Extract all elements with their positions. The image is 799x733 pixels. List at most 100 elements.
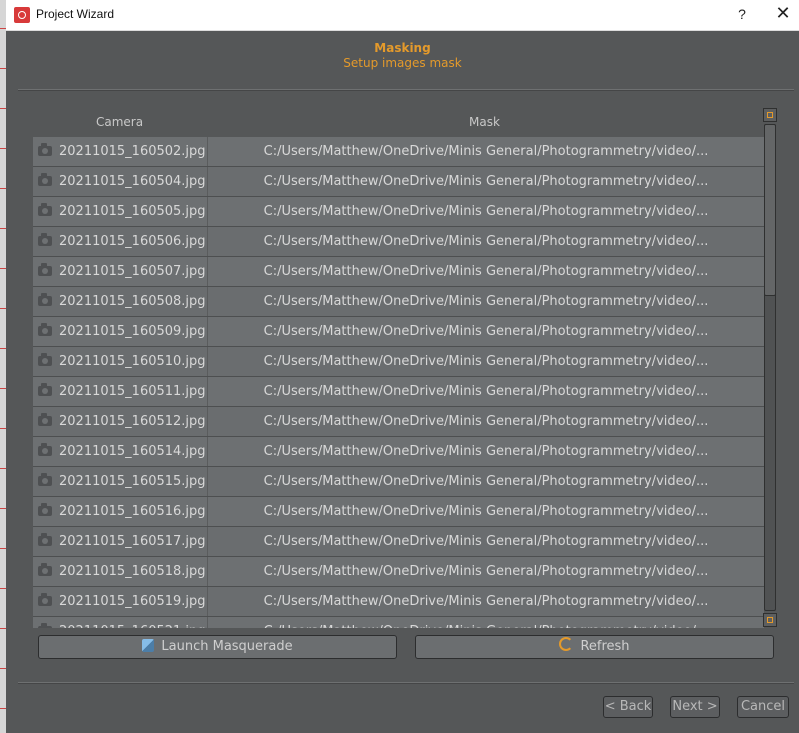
column-header-mask[interactable]: Mask — [469, 115, 500, 129]
camera-cell[interactable]: 20211015_160515.jpg — [33, 467, 208, 496]
step-title: Masking — [374, 41, 431, 55]
camera-icon — [38, 443, 52, 456]
table-row[interactable]: 20211015_160512.jpg C:/Users/Matthew/OneD… — [33, 407, 764, 437]
camera-icon — [38, 173, 52, 186]
mask-path-cell[interactable]: C:/Users/Matthew/OneDrive/Minis General/… — [208, 467, 764, 496]
camera-cell[interactable]: 20211015_160509.jpg — [33, 317, 208, 346]
camera-icon — [38, 503, 52, 516]
table-row[interactable]: 20211015_160504.jpg C:/Users/Matthew/OneD… — [33, 167, 764, 197]
vertical-scrollbar[interactable] — [763, 107, 779, 628]
camera-cell[interactable]: 20211015_160504.jpg — [33, 167, 208, 196]
back-button[interactable]: < Back — [603, 696, 653, 718]
table-row[interactable]: 20211015_160519.jpg C:/Users/Matthew/OneD… — [33, 587, 764, 617]
scroll-thumb[interactable] — [764, 124, 776, 296]
camera-icon — [38, 623, 52, 628]
camera-icon — [38, 473, 52, 486]
help-button[interactable]: ? — [734, 6, 750, 24]
mask-path-cell[interactable]: C:/Users/Matthew/OneDrive/Minis General/… — [208, 227, 764, 256]
camera-icon — [38, 293, 52, 306]
mask-path-cell[interactable]: C:/Users/Matthew/OneDrive/Minis General/… — [208, 527, 764, 556]
camera-cell[interactable]: 20211015_160502.jpg — [33, 137, 208, 166]
camera-icon — [38, 413, 52, 426]
camera-cell[interactable]: 20211015_160506.jpg — [33, 227, 208, 256]
camera-filename: 20211015_160502.jpg — [59, 144, 206, 159]
masquerade-icon — [142, 639, 155, 652]
scroll-up-button[interactable] — [763, 108, 777, 122]
mask-table: Camera Mask 20211015_160502.jpg C:/Users/… — [33, 107, 764, 628]
table-row[interactable]: 20211015_160518.jpg C:/Users/Matthew/OneD… — [33, 557, 764, 587]
table-row[interactable]: 20211015_160521.jpgC:/Users/Matthew/OneD… — [33, 617, 764, 628]
camera-icon — [38, 263, 52, 276]
mask-path-cell[interactable]: C:/Users/Matthew/OneDrive/Minis General/… — [208, 377, 764, 406]
app-logo-icon — [14, 7, 30, 23]
table-row[interactable]: 20211015_160506.jpg C:/Users/Matthew/OneD… — [33, 227, 764, 257]
camera-cell[interactable]: 20211015_160507.jpg — [33, 257, 208, 286]
mask-path-cell[interactable]: C:/Users/Matthew/OneDrive/Minis General/… — [208, 347, 764, 376]
camera-cell[interactable]: 20211015_160521.jpg — [33, 617, 208, 628]
window-title: Project Wizard — [36, 7, 115, 21]
table-row[interactable]: 20211015_160516.jpg C:/Users/Matthew/OneD… — [33, 497, 764, 527]
camera-filename: 20211015_160511.jpg — [59, 384, 206, 399]
camera-filename: 20211015_160516.jpg — [59, 504, 206, 519]
wizard-panel: Masking Setup images mask Camera Mask 20… — [6, 31, 799, 733]
mask-path-cell[interactable]: C:/Users/Matthew/OneDrive/Minis General/… — [208, 557, 764, 586]
camera-filename: 20211015_160505.jpg — [59, 204, 206, 219]
mask-path-cell[interactable]: C:/Users/Matthew/OneDrive/Minis General/… — [208, 287, 764, 316]
camera-filename: 20211015_160521.jpg — [59, 617, 206, 628]
camera-filename: 20211015_160519.jpg — [59, 594, 206, 609]
launch-masquerade-label: Launch Masquerade — [161, 639, 293, 654]
mask-path-cell[interactable]: C:/Users/Matthew/OneDrive/Minis General/… — [208, 317, 764, 346]
camera-cell[interactable]: 20211015_160516.jpg — [33, 497, 208, 526]
camera-icon — [38, 533, 52, 546]
camera-icon — [38, 323, 52, 336]
camera-icon — [38, 203, 52, 216]
table-row[interactable]: 20211015_160508.jpg C:/Users/Matthew/OneD… — [33, 287, 764, 317]
launch-masquerade-button[interactable]: Launch Masquerade — [38, 635, 397, 659]
refresh-label: Refresh — [580, 639, 630, 654]
mask-path-cell[interactable]: C:/Users/Matthew/OneDrive/Minis General/… — [208, 197, 764, 226]
camera-filename: 20211015_160512.jpg — [59, 414, 206, 429]
mask-path-cell[interactable]: C:/Users/Matthew/OneDrive/Minis General/… — [208, 407, 764, 436]
table-row[interactable]: 20211015_160502.jpg C:/Users/Matthew/OneD… — [33, 137, 764, 167]
table-row[interactable]: 20211015_160515.jpg C:/Users/Matthew/OneD… — [33, 467, 764, 497]
close-button[interactable]: ✕ — [772, 3, 794, 25]
table-row[interactable]: 20211015_160514.jpg C:/Users/Matthew/OneD… — [33, 437, 764, 467]
camera-filename: 20211015_160515.jpg — [59, 474, 206, 489]
camera-filename: 20211015_160507.jpg — [59, 264, 206, 279]
table-row[interactable]: 20211015_160510.jpg C:/Users/Matthew/OneD… — [33, 347, 764, 377]
mask-path-cell[interactable]: C:/Users/Matthew/OneDrive/Minis General/… — [208, 587, 764, 616]
mask-path-cell[interactable]: C:/Users/Matthew/OneDrive/Minis General/… — [208, 257, 764, 286]
table-row[interactable]: 20211015_160517.jpg C:/Users/Matthew/OneD… — [33, 527, 764, 557]
table-body: 20211015_160502.jpg C:/Users/Matthew/OneD… — [33, 137, 764, 628]
mask-path-cell[interactable]: C:/Users/Matthew/OneDrive/Minis General/… — [208, 167, 764, 196]
scroll-down-button[interactable] — [763, 613, 777, 627]
refresh-button[interactable]: Refresh — [415, 635, 774, 659]
camera-cell[interactable]: 20211015_160512.jpg — [33, 407, 208, 436]
camera-icon — [38, 563, 52, 576]
table-row[interactable]: 20211015_160509.jpg C:/Users/Matthew/OneD… — [33, 317, 764, 347]
column-header-camera[interactable]: Camera — [96, 115, 143, 129]
camera-filename: 20211015_160506.jpg — [59, 234, 206, 249]
camera-cell[interactable]: 20211015_160508.jpg — [33, 287, 208, 316]
mask-path-cell[interactable]: C:/Users/Matthew/OneDrive/Minis General/… — [208, 437, 764, 466]
table-row[interactable]: 20211015_160505.jpg C:/Users/Matthew/OneD… — [33, 197, 764, 227]
table-row[interactable]: 20211015_160507.jpg C:/Users/Matthew/OneD… — [33, 257, 764, 287]
camera-cell[interactable]: 20211015_160517.jpg — [33, 527, 208, 556]
next-button[interactable]: Next > — [670, 696, 720, 718]
mask-path-cell[interactable]: C:/Users/Matthew/OneDrive/Minis General/… — [208, 137, 764, 166]
camera-cell[interactable]: 20211015_160519.jpg — [33, 587, 208, 616]
camera-cell[interactable]: 20211015_160510.jpg — [33, 347, 208, 376]
step-subtitle: Setup images mask — [343, 56, 462, 70]
camera-cell[interactable]: 20211015_160511.jpg — [33, 377, 208, 406]
cancel-button[interactable]: Cancel — [737, 696, 789, 718]
camera-cell[interactable]: 20211015_160518.jpg — [33, 557, 208, 586]
mask-path-cell[interactable]: C:/Users/Matthew/OneDrive/Minis General/… — [208, 617, 764, 628]
camera-cell[interactable]: 20211015_160505.jpg — [33, 197, 208, 226]
camera-cell[interactable]: 20211015_160514.jpg — [33, 437, 208, 466]
camera-filename: 20211015_160504.jpg — [59, 174, 206, 189]
camera-filename: 20211015_160509.jpg — [59, 324, 206, 339]
mask-path-cell[interactable]: C:/Users/Matthew/OneDrive/Minis General/… — [208, 497, 764, 526]
camera-filename: 20211015_160508.jpg — [59, 294, 206, 309]
table-row[interactable]: 20211015_160511.jpg C:/Users/Matthew/OneD… — [33, 377, 764, 407]
camera-icon — [38, 383, 52, 396]
